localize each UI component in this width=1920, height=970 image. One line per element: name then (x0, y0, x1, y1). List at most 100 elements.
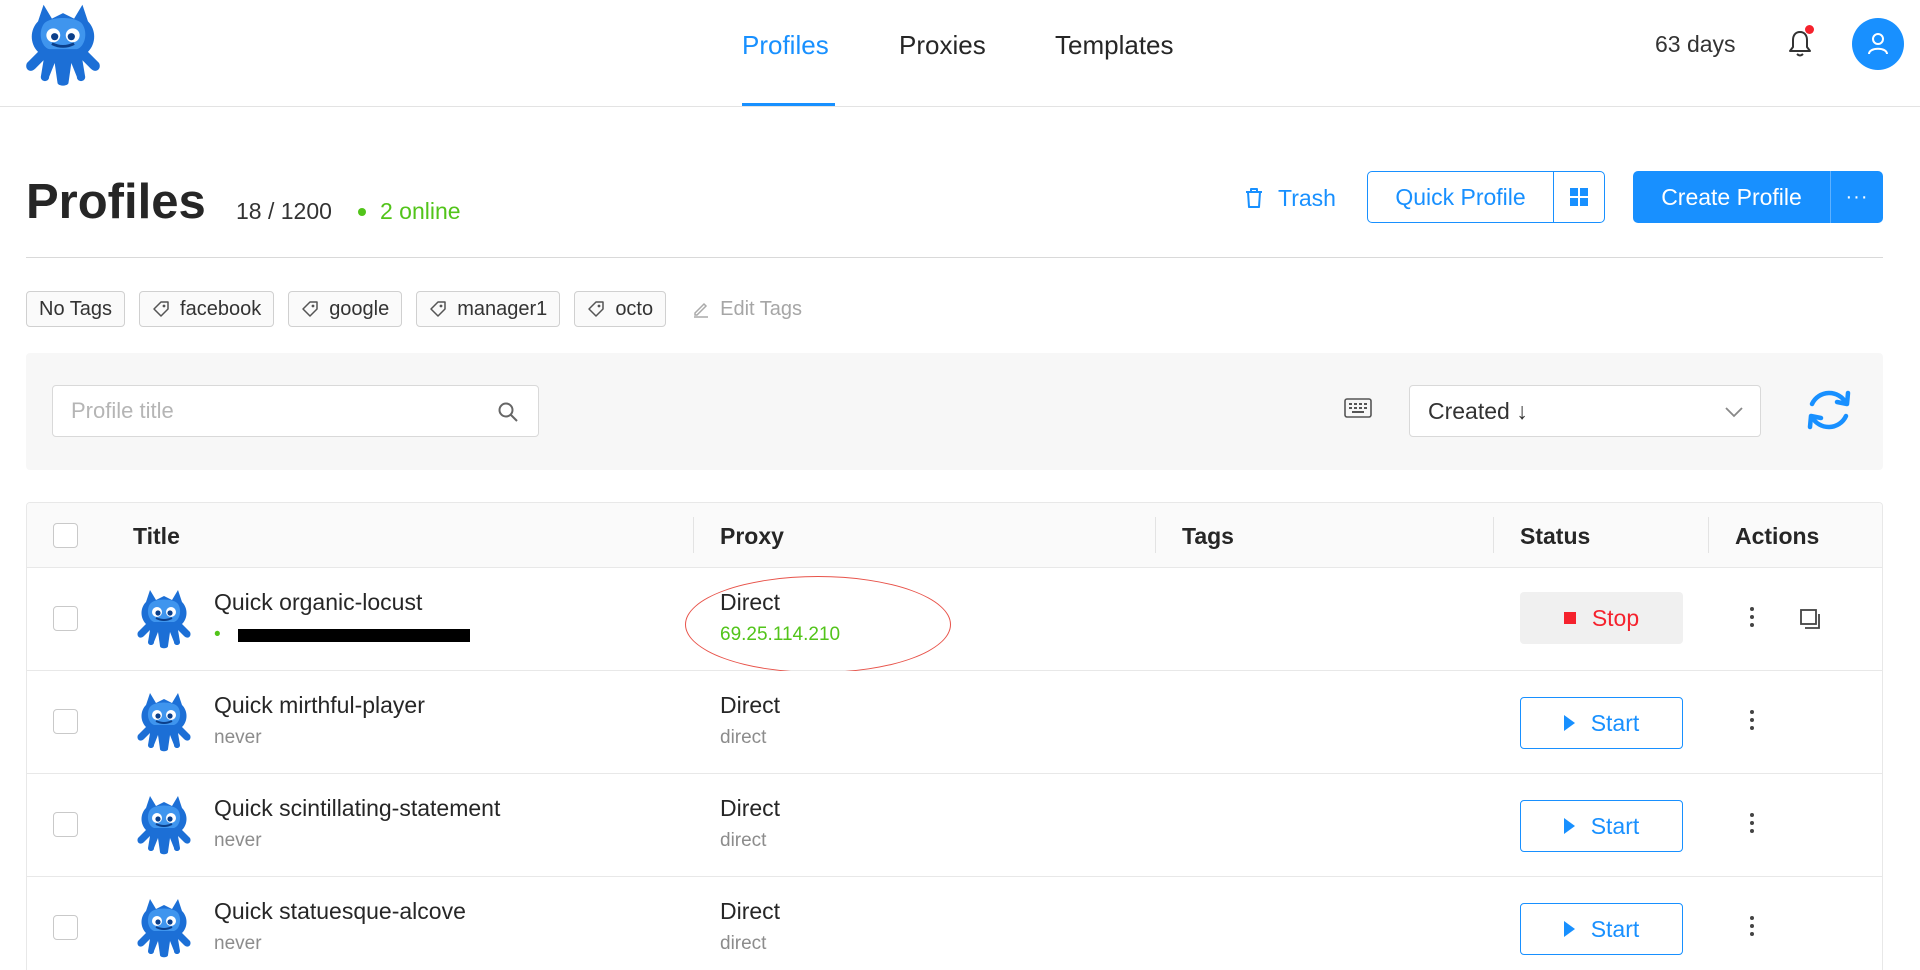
stop-button[interactable]: Stop (1520, 592, 1683, 644)
start-button[interactable]: Start (1520, 800, 1683, 852)
create-profile-group: Create Profile ··· (1633, 171, 1883, 223)
quick-profile-group: Quick Profile (1367, 171, 1605, 223)
tag-label: facebook (180, 297, 262, 320)
start-button[interactable]: Start (1520, 697, 1683, 749)
profile-count: 18 / 1200 (236, 198, 332, 224)
row-checkbox[interactable] (53, 606, 78, 631)
table-row[interactable]: Quick organic-locust • Direct 69.25.114.… (27, 568, 1882, 673)
profile-title[interactable]: Quick mirthful-player (214, 692, 425, 719)
profile-title[interactable]: Quick scintillating-statement (214, 795, 500, 822)
nav-tab-profiles[interactable]: Profiles (742, 30, 829, 61)
row-checkbox[interactable] (53, 915, 78, 940)
subscription-days: 63 days (1655, 31, 1736, 57)
more-vertical-icon[interactable] (1747, 707, 1757, 733)
row-checkbox[interactable] (53, 709, 78, 734)
profile-title[interactable]: Quick organic-locust (214, 589, 422, 616)
tag-manager1[interactable]: manager1 (416, 291, 561, 327)
table-row[interactable]: Quick mirthful-player never Direct direc… (27, 671, 1882, 774)
tag-filter-bar: No Tags facebook google manager1 octo Ed… (26, 291, 802, 327)
profile-last-run: never (214, 830, 262, 851)
proxy-detail: direct (720, 830, 767, 851)
user-avatar[interactable] (1852, 18, 1904, 70)
search-icon[interactable] (496, 400, 520, 424)
redaction-bar (238, 629, 470, 642)
column-separator (1493, 517, 1494, 553)
play-icon (1563, 921, 1575, 937)
user-icon (1868, 33, 1888, 55)
column-status[interactable]: Status (1520, 523, 1590, 550)
create-profile-button[interactable]: Create Profile (1633, 171, 1831, 223)
start-label: Start (1590, 709, 1640, 736)
profile-online-marker: • (214, 624, 221, 645)
online-dot (358, 208, 366, 216)
trash-button[interactable]: Trash (1244, 183, 1336, 213)
notification-dot (1805, 25, 1814, 34)
select-all-checkbox[interactable] (53, 523, 78, 548)
column-tags[interactable]: Tags (1182, 523, 1234, 550)
nav-tab-proxies[interactable]: Proxies (899, 30, 986, 61)
sort-select[interactable]: Created ↓ (1409, 385, 1761, 437)
tag-google[interactable]: google (288, 291, 403, 327)
proxy-name: Direct (720, 795, 781, 821)
edit-tags-label: Edit Tags (720, 297, 803, 320)
tag-icon (302, 301, 318, 317)
os-select-button[interactable] (1554, 172, 1604, 222)
play-icon (1563, 818, 1575, 834)
column-separator (1155, 517, 1156, 553)
column-title[interactable]: Title (133, 523, 180, 550)
annotation-ellipse (685, 576, 951, 673)
profile-last-run: never (214, 933, 262, 954)
tag-label: octo (615, 297, 654, 320)
profiles-table: Title Proxy Tags Status Actions Quick or… (26, 502, 1883, 970)
table-row[interactable]: Quick scintillating-statement never Dire… (27, 774, 1882, 877)
filter-bar: Created ↓ (26, 353, 1883, 470)
trash-icon (1246, 188, 1262, 208)
more-vertical-icon[interactable] (1747, 913, 1757, 939)
column-separator (1708, 517, 1709, 553)
table-row[interactable]: Quick statuesque-alcove never Direct dir… (27, 877, 1882, 970)
tag-no-tags[interactable]: No Tags (26, 291, 126, 327)
proxy-detail: direct (720, 933, 767, 954)
start-label: Start (1590, 915, 1640, 942)
profile-avatar (132, 691, 196, 753)
tag-label: No Tags (39, 297, 113, 320)
table-header: Title Proxy Tags Status Actions (27, 503, 1882, 568)
edit-icon (694, 302, 709, 318)
play-icon (1563, 715, 1575, 731)
profile-title[interactable]: Quick statuesque-alcove (214, 898, 466, 925)
proxy-name: Direct (720, 898, 781, 924)
main-nav: Profiles Proxies Templates (0, 0, 1920, 107)
proxy-name: Direct (720, 692, 781, 718)
column-proxy[interactable]: Proxy (720, 523, 784, 550)
start-button[interactable]: Start (1520, 903, 1683, 955)
tag-icon (430, 301, 446, 317)
top-navbar: Profiles Proxies Templates 63 days (0, 0, 1920, 107)
more-vertical-icon[interactable] (1747, 604, 1757, 630)
active-tab-indicator (742, 103, 835, 106)
profile-last-run: never (214, 727, 262, 748)
search-input[interactable] (71, 386, 471, 436)
online-count: 2 online (380, 198, 461, 224)
tag-label: google (329, 297, 390, 320)
tag-icon (153, 301, 169, 317)
profile-avatar (132, 897, 196, 959)
window-icon[interactable] (1799, 608, 1821, 630)
refresh-icon[interactable] (1803, 384, 1855, 436)
tag-label: manager1 (457, 297, 548, 320)
nav-tab-templates[interactable]: Templates (1055, 30, 1174, 61)
column-actions: Actions (1735, 523, 1820, 549)
tag-octo[interactable]: octo (574, 291, 667, 327)
keyboard-icon[interactable] (1344, 398, 1372, 418)
create-more-button[interactable]: ··· (1831, 171, 1883, 223)
quick-profile-button[interactable]: Quick Profile (1368, 172, 1554, 222)
more-vertical-icon[interactable] (1747, 810, 1757, 836)
profile-avatar (132, 794, 196, 856)
row-checkbox[interactable] (53, 812, 78, 837)
trash-label: Trash (1278, 184, 1336, 211)
edit-tags-button[interactable]: Edit Tags (692, 298, 802, 321)
chevron-down-icon (1725, 407, 1743, 418)
page-title: Profiles (26, 175, 206, 229)
header-divider (26, 257, 1883, 258)
windows-icon (1570, 188, 1588, 206)
tag-facebook[interactable]: facebook (139, 291, 275, 327)
